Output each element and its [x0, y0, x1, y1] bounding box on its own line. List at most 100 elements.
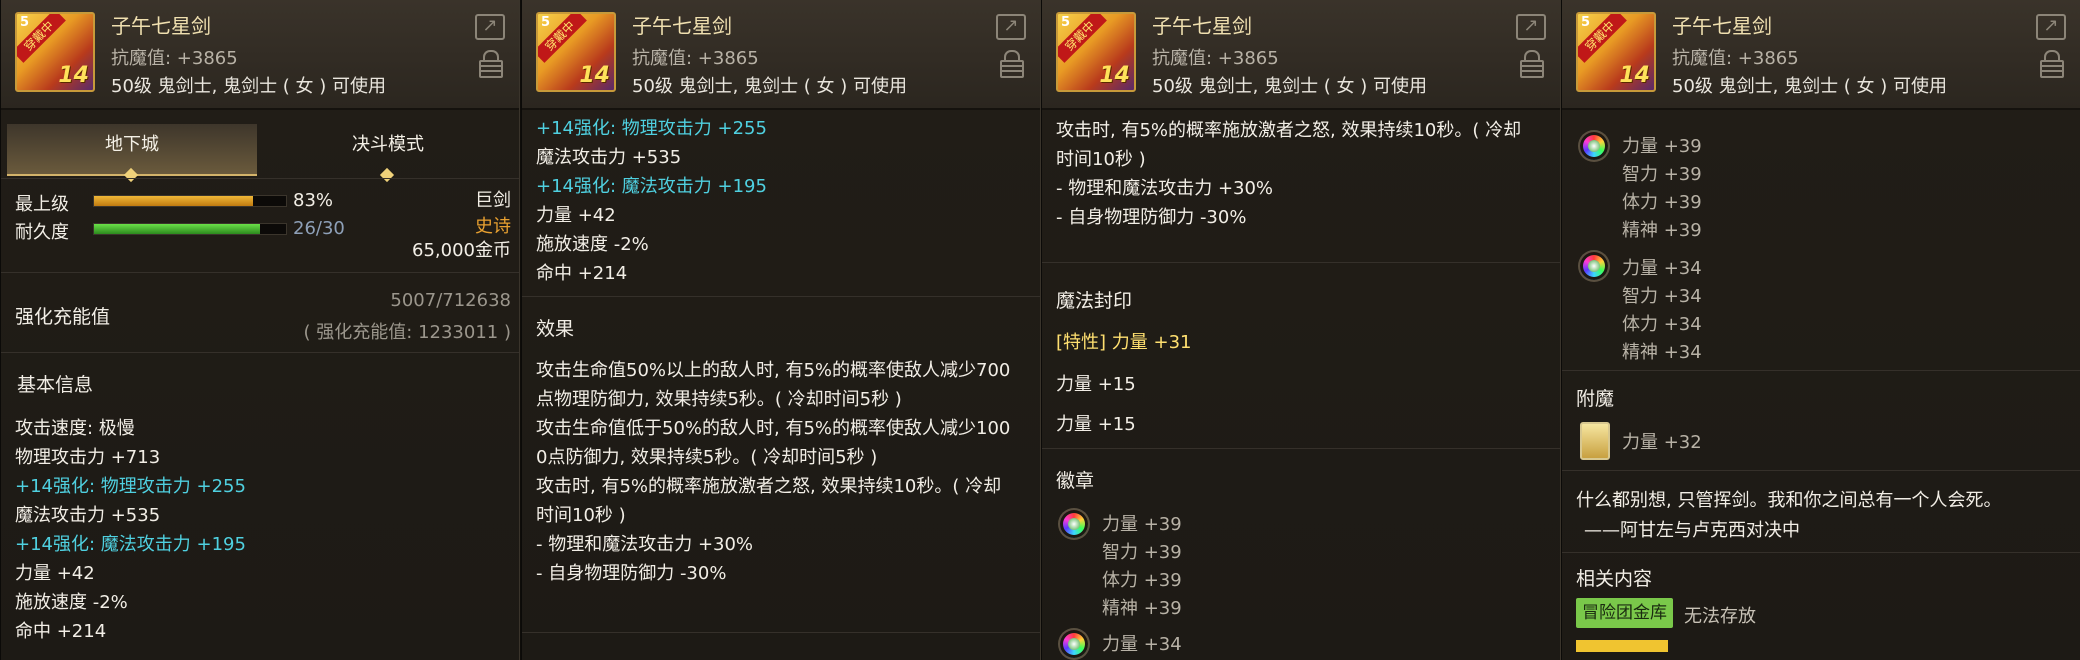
stat-line: +14强化: 魔法攻击力 +195 [536, 176, 767, 197]
emblem-stat: 智力 +34 [1622, 286, 1702, 307]
item-resistance: 抗魔值: +3865 [111, 48, 238, 69]
emblem-stat: 体力 +39 [1622, 192, 1702, 213]
weapon-type: 巨剑 [475, 190, 511, 211]
divider [1, 178, 519, 179]
emblem-stat: 力量 +39 [1102, 514, 1182, 535]
rainbow-gem-icon [1060, 630, 1088, 658]
lock-icon[interactable] [479, 50, 503, 78]
max-level-label: 最上级 [15, 194, 69, 215]
effect-line: - 物理和魔法攻击力 +30% [536, 534, 754, 555]
durability-label: 耐久度 [15, 222, 69, 243]
effect-line: 时间10秒 ) [536, 505, 626, 526]
tab-indicator [123, 167, 139, 183]
share-icon[interactable]: ↗ [2036, 14, 2066, 40]
weapon-icon[interactable]: 5 穿戴中 14 [1056, 12, 1136, 92]
effect-line: - 自身物理防御力 -30% [536, 563, 727, 584]
enchant-value: 力量 +32 [1622, 432, 1702, 453]
stat-line: 命中 +214 [536, 263, 628, 284]
item-usable: 50级 鬼剑士, 鬼剑士 ( 女 ) 可使用 [111, 76, 386, 97]
rainbow-gem-icon [1060, 510, 1088, 538]
lock-icon[interactable] [1000, 50, 1024, 78]
tab-label: 决斗模式 [352, 134, 424, 155]
divider [1042, 262, 1560, 263]
effect-line: 攻击生命值50%以上的敌人时, 有5%的概率使敌人减少700 [536, 360, 1011, 381]
weapon-icon[interactable]: 5 穿戴中 14 [536, 12, 616, 92]
item-resistance: 抗魔值: +3865 [1672, 48, 1799, 69]
divider [1562, 470, 2080, 471]
rainbow-gem-icon [1580, 252, 1608, 280]
emblem-stat: 体力 +39 [1102, 570, 1182, 591]
basic-info-title: 基本信息 [17, 374, 94, 396]
item-resistance: 抗魔值: +3865 [1152, 48, 1279, 69]
tab-pvp[interactable]: 决斗模式 [263, 124, 513, 183]
tier-badge: 5 [1581, 15, 1591, 30]
stat-line: +14强化: 物理攻击力 +255 [536, 118, 767, 139]
tooltip-panel-3: 5 穿戴中 14 子午七星剑 抗魔值: +3865 50级 鬼剑士, 鬼剑士 (… [1041, 0, 1561, 660]
item-resistance: 抗魔值: +3865 [632, 48, 759, 69]
share-icon[interactable]: ↗ [475, 14, 505, 40]
effect-line: - 自身物理防御力 -30% [1056, 207, 1247, 228]
basic-info-line: 魔法攻击力 +535 [15, 505, 161, 526]
basic-info-line: +14强化: 物理攻击力 +255 [15, 476, 246, 497]
enhance-label: 强化充能值 [15, 306, 111, 328]
effect-line: 0点防御力, 效果持续5秒。( 冷却时间5秒 ) [536, 447, 878, 468]
divider [1, 352, 519, 353]
tooltip-panel-4: 5 穿戴中 14 子午七星剑 抗魔值: +3865 50级 鬼剑士, 鬼剑士 (… [1561, 0, 2080, 660]
vault-status: 无法存放 [1684, 606, 1756, 627]
stat-line: 施放速度 -2% [536, 234, 649, 255]
enhance-level: 14 [1099, 63, 1130, 88]
divider [522, 296, 1040, 297]
emblem-stat: 力量 +34 [1102, 634, 1182, 655]
magic-seal-title: 魔法封印 [1056, 290, 1133, 312]
effect-title: 效果 [536, 318, 575, 340]
enhance-level: 14 [58, 63, 89, 88]
item-header: 5 穿戴中 14 子午七星剑 抗魔值: +3865 50级 鬼剑士, 鬼剑士 (… [1562, 0, 2080, 110]
emblem-stat: 智力 +39 [1622, 164, 1702, 185]
lock-icon[interactable] [2040, 50, 2064, 78]
item-name: 子午七星剑 [111, 14, 211, 38]
tab-indicator [379, 167, 395, 183]
emblem-stat: 力量 +34 [1622, 258, 1702, 279]
effect-line: 攻击时, 有5%的概率施放激者之怒, 效果持续10秒。( 冷却 [536, 476, 1002, 497]
stat-line: 力量 +42 [536, 205, 616, 226]
emblem-stat: 精神 +39 [1102, 598, 1182, 619]
tier-badge: 5 [1061, 15, 1071, 30]
emblem-stat: 精神 +39 [1622, 220, 1702, 241]
basic-info-line: 力量 +42 [15, 563, 95, 584]
enhance-value: 5007/712638 [390, 290, 511, 311]
rainbow-gem-icon [1580, 132, 1608, 160]
emblem-stat: 力量 +39 [1622, 136, 1702, 157]
effect-line: - 物理和魔法攻击力 +30% [1056, 178, 1274, 199]
tier-badge: 5 [20, 15, 30, 30]
basic-info-line: 攻击速度: 极慢 [15, 418, 135, 439]
item-usable: 50级 鬼剑士, 鬼剑士 ( 女 ) 可使用 [1672, 76, 1947, 97]
related-title: 相关内容 [1576, 568, 1653, 590]
related-badge [1576, 640, 1668, 652]
tier-badge: 5 [541, 15, 551, 30]
effect-line: 攻击生命值低于50%的敌人时, 有5%的概率使敌人减少100 [536, 418, 1011, 439]
rarity: 史诗 [475, 216, 511, 237]
item-header: 5 穿戴中 14 子午七星剑 抗魔值: +3865 50级 鬼剑士, 鬼剑士 (… [1, 0, 519, 110]
effect-line: 点物理防御力, 效果持续5秒。( 冷却时间5秒 ) [536, 389, 902, 410]
item-usable: 50级 鬼剑士, 鬼剑士 ( 女 ) 可使用 [1152, 76, 1427, 97]
weapon-icon[interactable]: 5 穿戴中 14 [1576, 12, 1656, 92]
flavor-source: ——阿甘左与卢克西对决中 [1584, 520, 1800, 541]
emblem-stat: 精神 +34 [1622, 342, 1702, 363]
durability-bar [93, 223, 287, 235]
emblem-stat: 体力 +34 [1622, 314, 1702, 335]
share-icon[interactable]: ↗ [1516, 14, 1546, 40]
magic-seal-trait: [特性] 力量 +31 [1056, 332, 1192, 353]
tab-label: 地下城 [105, 134, 159, 155]
share-icon[interactable]: ↗ [996, 14, 1026, 40]
lock-icon[interactable] [1520, 50, 1544, 78]
divider [1, 272, 519, 273]
max-level-value: 83% [293, 190, 334, 211]
stat-line: 魔法攻击力 +535 [536, 147, 682, 168]
tab-dungeon[interactable]: 地下城 [7, 124, 257, 183]
tooltip-comparison-strip: 5 穿戴中 14 子午七星剑 抗魔值: +3865 50级 鬼剑士, 鬼剑士 (… [0, 0, 2080, 660]
effect-line: 时间10秒 ) [1056, 149, 1146, 170]
item-name: 子午七星剑 [632, 14, 732, 38]
enhance-sub: ( 强化充能值: 1233011 ) [303, 322, 511, 343]
max-level-fill [94, 196, 254, 206]
weapon-icon[interactable]: 5 穿戴中 14 [15, 12, 95, 92]
